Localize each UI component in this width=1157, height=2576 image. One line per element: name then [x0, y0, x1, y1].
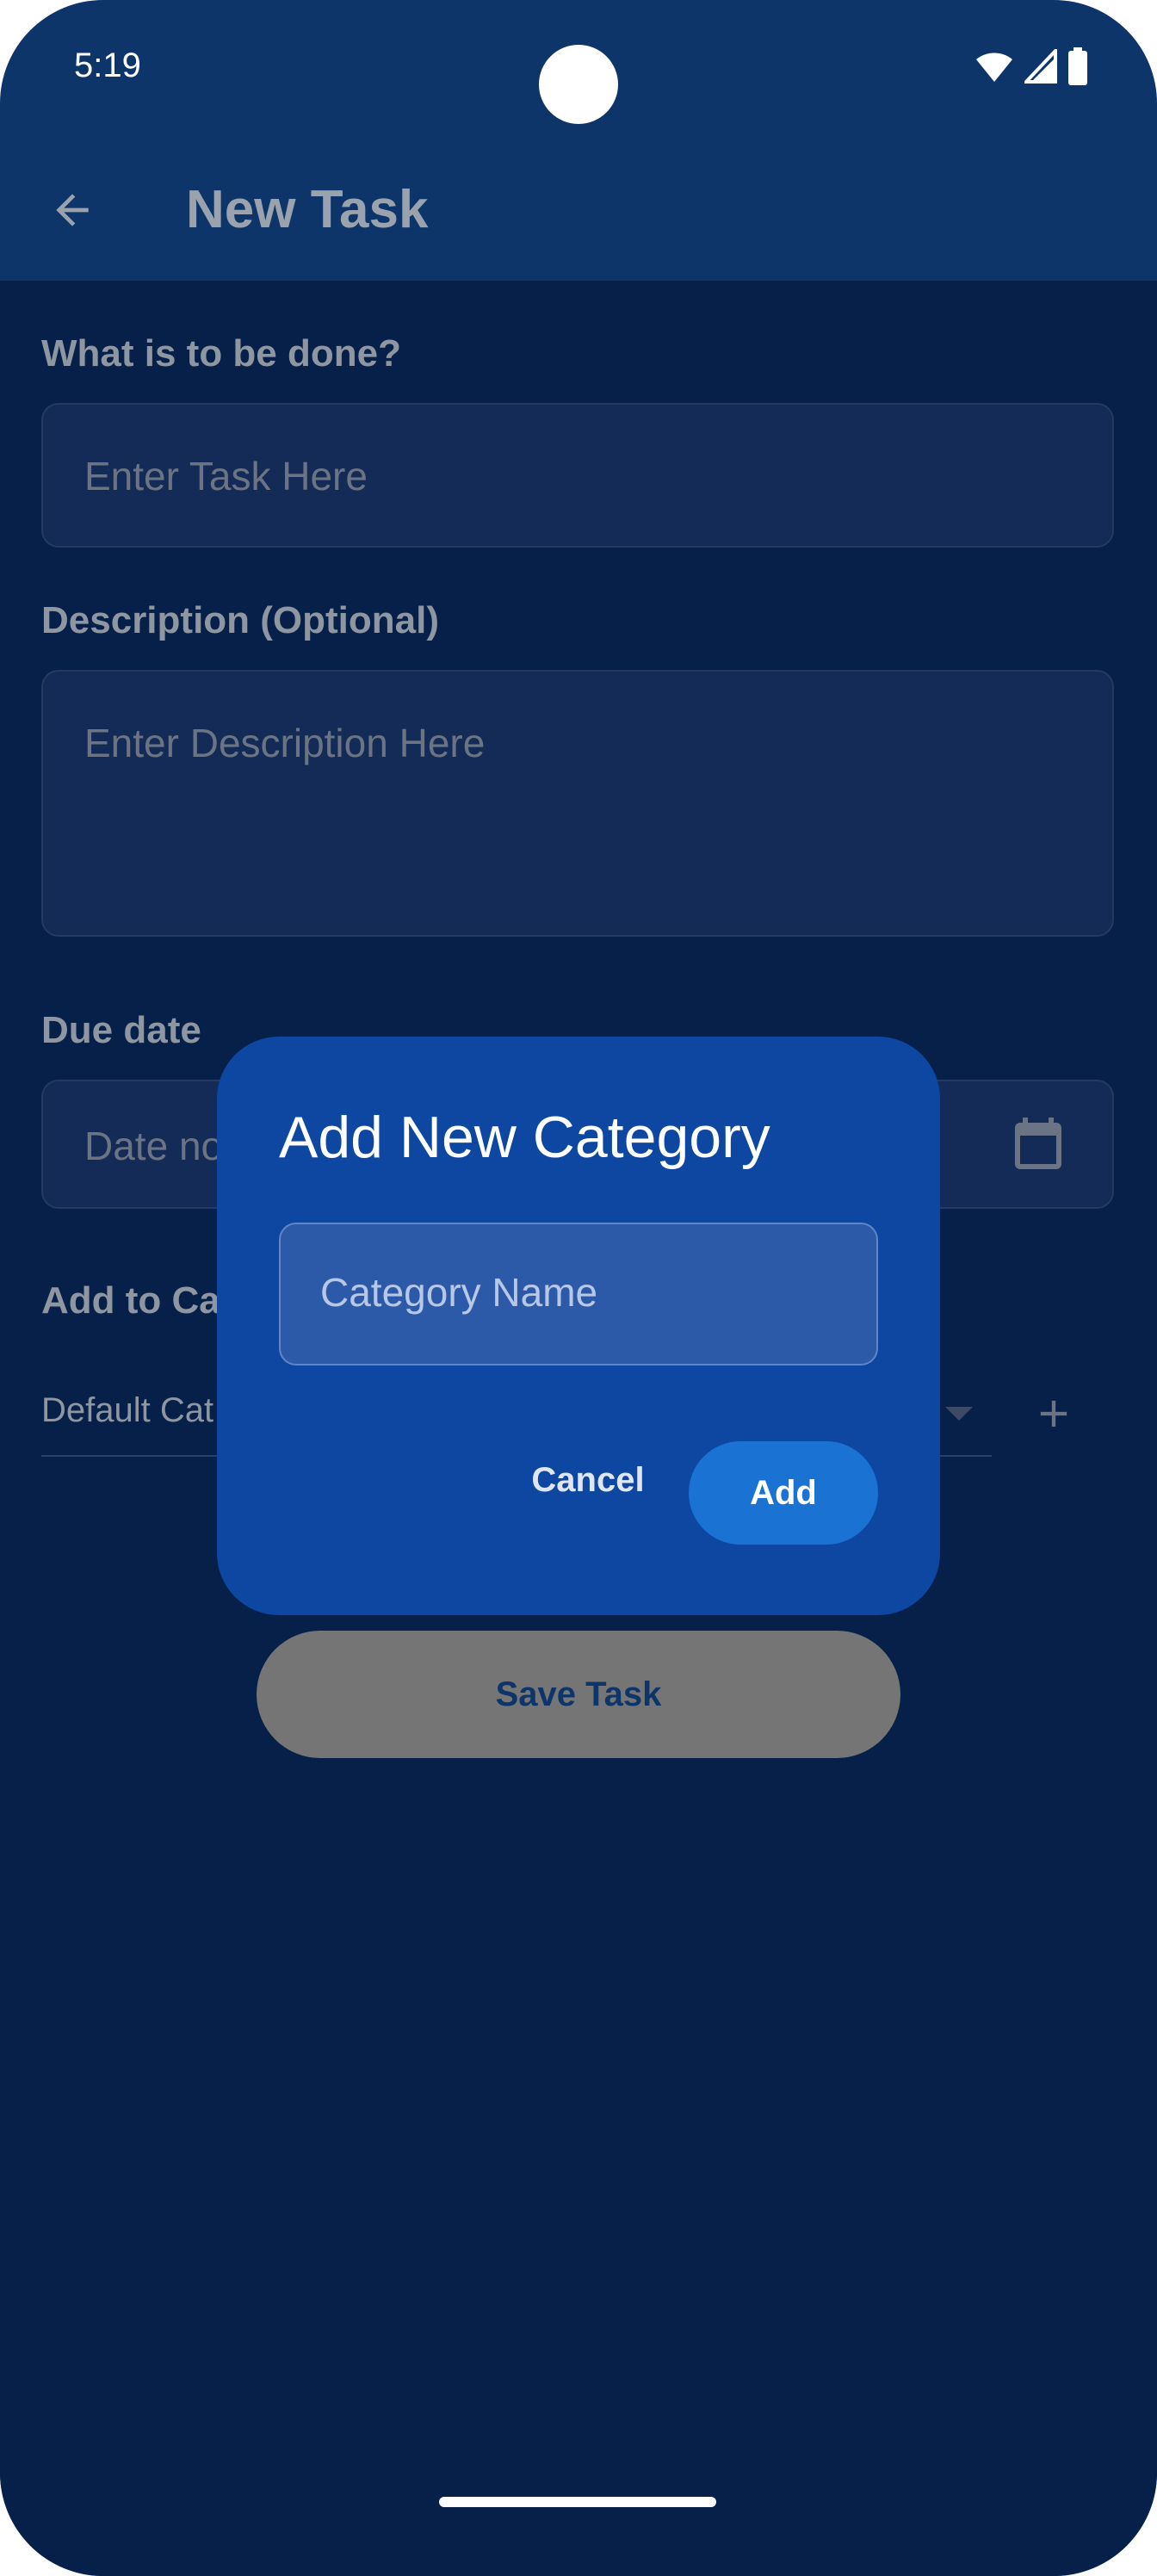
arrow-back-icon	[56, 194, 89, 226]
due-date-label: Due date	[41, 1009, 201, 1051]
description-placeholder: Enter Description Here	[84, 721, 486, 765]
status-bar: 5:19	[0, 0, 1157, 138]
dialog-title: Add New Category	[279, 1105, 770, 1170]
category-dropdown[interactable]: Default Cat	[41, 1391, 213, 1430]
dropdown-arrow-icon[interactable]	[945, 1407, 973, 1421]
front-camera	[539, 45, 618, 124]
battery-icon	[1068, 47, 1087, 85]
category-name-input[interactable]: Category Name	[279, 1223, 878, 1365]
phone-screen: 5:19 New Task What is to be done? Enter …	[0, 0, 1157, 2576]
plus-icon	[1040, 1400, 1067, 1427]
category-label: Add to Ca	[41, 1279, 220, 1322]
due-date-placeholder: Date no	[84, 1124, 224, 1168]
wifi-icon	[976, 53, 1012, 82]
add-category-button[interactable]	[1026, 1386, 1081, 1441]
save-task-button[interactable]: Save Task	[257, 1631, 900, 1758]
task-label: What is to be done?	[41, 332, 401, 375]
category-name-placeholder: Category Name	[320, 1270, 598, 1315]
task-placeholder: Enter Task Here	[84, 454, 368, 498]
status-icons	[974, 46, 1088, 86]
calendar-icon[interactable]	[1007, 1112, 1069, 1174]
status-time: 5:19	[74, 46, 141, 84]
app-bar: New Task	[0, 138, 1157, 281]
cellular-signal-icon	[1024, 49, 1057, 84]
add-button[interactable]: Add	[689, 1441, 878, 1545]
description-input[interactable]: Enter Description Here	[41, 670, 1114, 937]
gesture-nav-handle[interactable]	[439, 2497, 716, 2507]
description-label: Description (Optional)	[41, 599, 439, 641]
cancel-button[interactable]: Cancel	[499, 1438, 677, 1522]
back-button[interactable]	[41, 179, 103, 241]
page-title: New Task	[186, 180, 429, 239]
task-input[interactable]: Enter Task Here	[41, 403, 1114, 548]
add-category-dialog: Add New Category Category Name Cancel Ad…	[217, 1037, 940, 1615]
